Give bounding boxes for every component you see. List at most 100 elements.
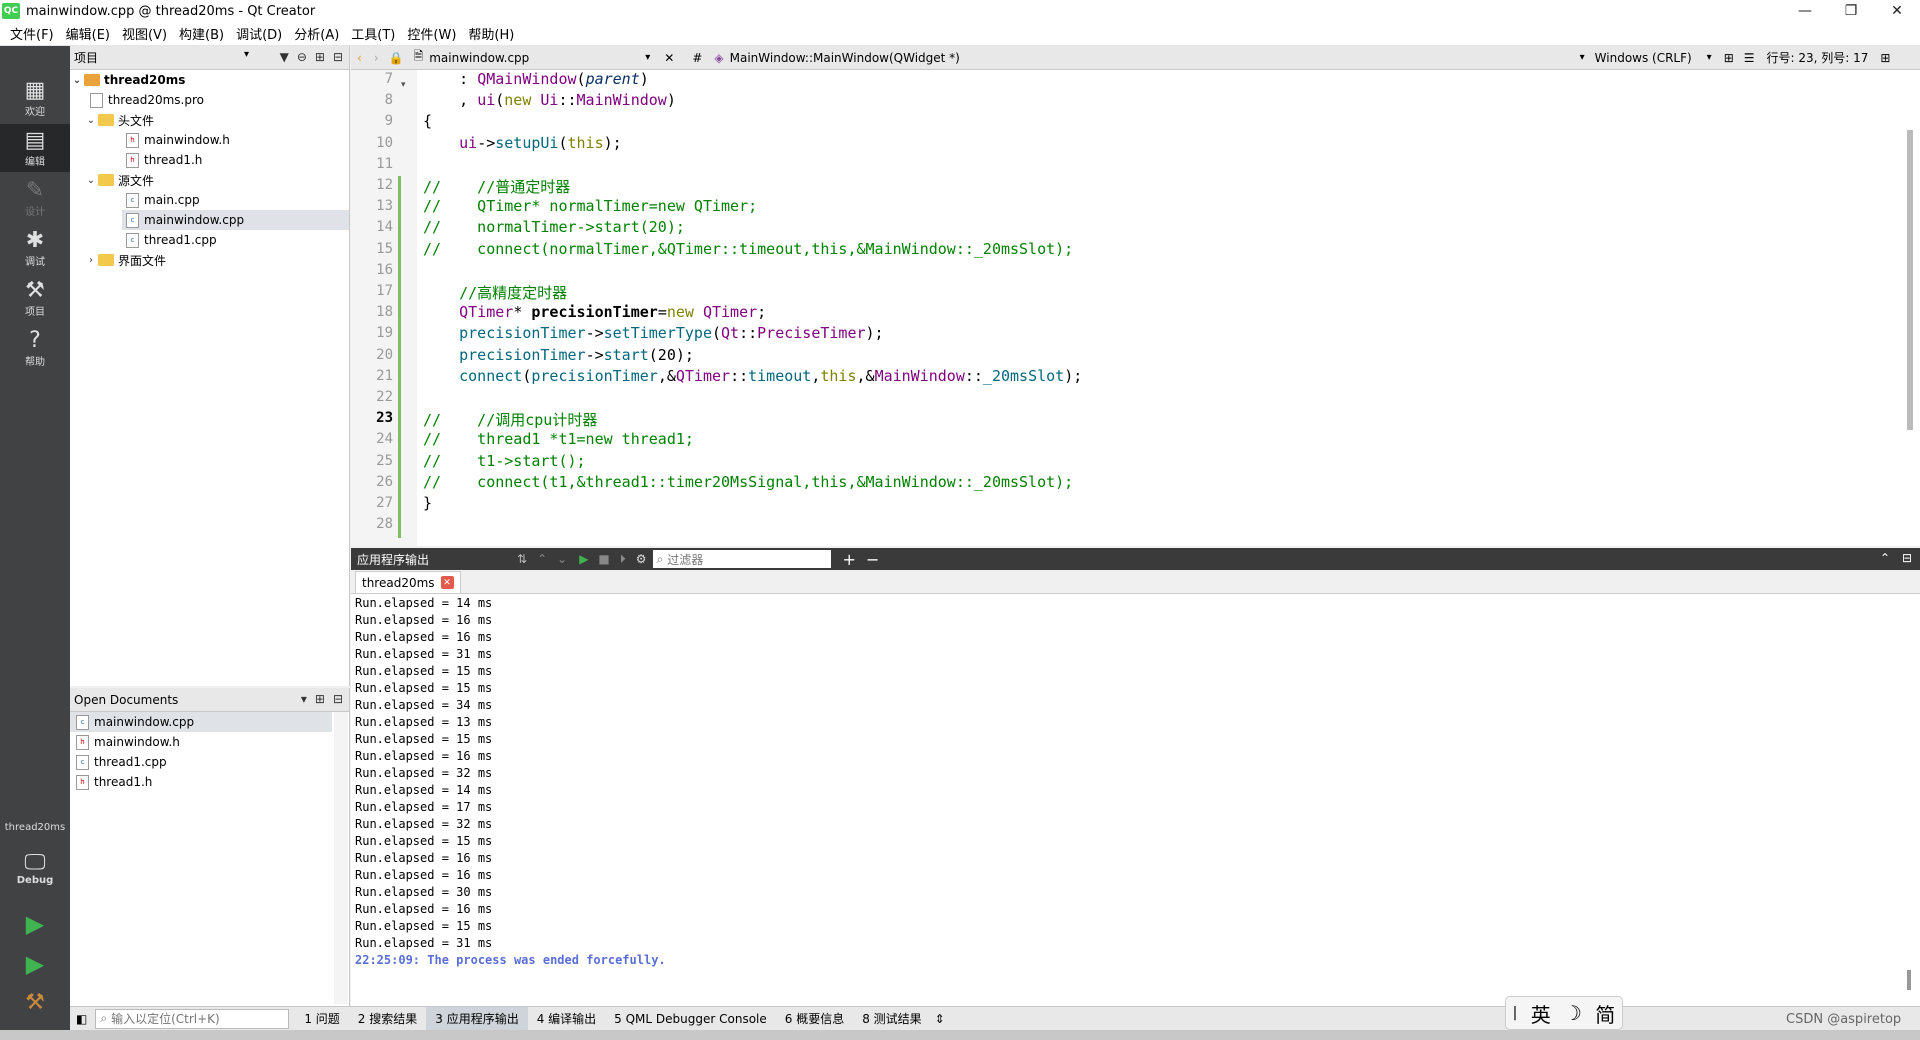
- chevron-down-icon[interactable]: ▾: [244, 49, 249, 60]
- close-document-icon[interactable]: ✕: [664, 51, 674, 65]
- rerun-icon[interactable]: ▶: [579, 552, 588, 566]
- project-icon: [84, 74, 100, 86]
- toggle-sidebar-icon[interactable]: ◧: [76, 1012, 87, 1026]
- open-doc-item[interactable]: c thread1.cpp: [76, 752, 167, 772]
- folder-icon: [98, 174, 114, 186]
- chevron-down-icon[interactable]: ⌄: [70, 75, 84, 86]
- down-arrow-icon[interactable]: ⌄: [557, 552, 567, 566]
- chevron-down-icon[interactable]: ⌄: [84, 175, 98, 186]
- line-ending-selector[interactable]: Windows (CRLF): [1595, 51, 1707, 65]
- attach-icon[interactable]: ⇅: [517, 552, 527, 566]
- chevron-down-icon[interactable]: ⌄: [84, 115, 98, 126]
- build-hammer-button[interactable]: ⚒: [22, 990, 48, 1016]
- kit-selector[interactable]: 🖵 Debug: [0, 838, 70, 898]
- tree-item-thread1-cpp[interactable]: c thread1.cpp: [126, 230, 217, 250]
- pane-application-output[interactable]: 3 应用程序输出: [426, 1006, 528, 1031]
- ime-language[interactable]: 英: [1531, 999, 1551, 1028]
- split-icon[interactable]: ⊞: [315, 692, 325, 706]
- menu-help[interactable]: 帮助(H): [462, 24, 520, 43]
- locator-input[interactable]: ⌕ 输入以定位(Ctrl+K): [95, 1008, 290, 1029]
- fold-marker-icon[interactable]: ▾: [401, 80, 406, 90]
- pane-test-results[interactable]: 8 测试结果: [853, 1007, 930, 1031]
- bookmark-icon[interactable]: ☰: [1744, 51, 1755, 65]
- close-button[interactable]: ✕: [1874, 0, 1920, 22]
- up-arrow-icon[interactable]: ⌃: [537, 552, 547, 566]
- menu-tools[interactable]: 工具(T): [345, 24, 401, 43]
- menu-widgets[interactable]: 控件(W): [401, 24, 462, 43]
- open-doc-item[interactable]: h thread1.h: [76, 772, 152, 792]
- minimize-button[interactable]: —: [1782, 0, 1828, 22]
- menu-file[interactable]: 文件(F): [4, 24, 60, 43]
- mode-debug[interactable]: ✱ 调试: [0, 224, 70, 272]
- pane-search-results[interactable]: 2 搜索结果: [349, 1007, 426, 1031]
- close-pane-icon[interactable]: ⊟: [333, 692, 343, 706]
- ime-toolbar[interactable]: | 英 ☽ 简: [1505, 996, 1623, 1030]
- chevron-down-icon[interactable]: ▾: [645, 52, 650, 63]
- pane-issues[interactable]: 1 问题: [295, 1007, 348, 1031]
- file-selector[interactable]: mainwindow.cpp: [429, 51, 639, 65]
- tree-item-headers-folder[interactable]: ⌄ 头文件: [84, 110, 154, 130]
- mode-projects[interactable]: ⚒ 项目: [0, 274, 70, 322]
- tree-item-sources-folder[interactable]: ⌄ 源文件: [84, 170, 154, 190]
- maximize-pane-icon[interactable]: ⌃: [1880, 551, 1890, 565]
- output-filter-input[interactable]: ⌕ 过滤器: [652, 550, 831, 568]
- close-pane-icon[interactable]: ⊟: [1902, 551, 1912, 565]
- status-bar: ◧ ⌕ 输入以定位(Ctrl+K) 1 问题 2 搜索结果 3 应用程序输出 4…: [70, 1006, 1920, 1031]
- pane-general-messages[interactable]: 6 概要信息: [776, 1007, 853, 1031]
- tree-item-project[interactable]: ⌄ thread20ms: [70, 70, 349, 90]
- tree-item-forms-folder[interactable]: › 界面文件: [84, 250, 166, 270]
- mode-help[interactable]: ? 帮助: [0, 324, 70, 372]
- editor-scrollbar[interactable]: [1907, 130, 1913, 430]
- link-icon[interactable]: ⊖: [297, 50, 307, 64]
- open-doc-item[interactable]: h mainwindow.h: [76, 732, 180, 752]
- tree-item-mainwindow-cpp[interactable]: c mainwindow.cpp: [122, 210, 349, 230]
- output-scrollbar[interactable]: [1907, 970, 1911, 990]
- run-button[interactable]: ▶: [22, 910, 48, 938]
- symbol-selector[interactable]: MainWindow::MainWindow(QWidget *): [730, 51, 1580, 65]
- mode-design[interactable]: ✎ 设计: [0, 174, 70, 222]
- close-pane-icon[interactable]: ⊟: [333, 50, 343, 64]
- open-documents-scrollbar[interactable]: [334, 712, 348, 1004]
- debug-run-button[interactable]: ▶: [22, 950, 48, 978]
- line-number: 13: [376, 198, 393, 214]
- application-output[interactable]: Run.elapsed = 14 ms Run.elapsed = 16 ms Ru…: [351, 594, 1920, 1006]
- back-arrow-icon[interactable]: ‹: [357, 51, 362, 65]
- split-icon[interactable]: ⊞: [315, 50, 325, 64]
- split-icon[interactable]: ⊞: [1880, 51, 1890, 65]
- stop-icon[interactable]: ■: [598, 552, 609, 566]
- menu-analyze[interactable]: 分析(A): [288, 24, 345, 43]
- up-down-arrows-icon[interactable]: ⇕: [935, 1012, 945, 1026]
- pane-compile-output[interactable]: 4 编译输出: [528, 1007, 605, 1031]
- zoom-in-icon[interactable]: +: [843, 550, 856, 569]
- moon-icon[interactable]: ☽: [1564, 1001, 1582, 1025]
- menu-debug[interactable]: 调试(D): [230, 24, 288, 43]
- maximize-button[interactable]: ❐: [1828, 0, 1874, 22]
- output-tab[interactable]: thread20ms ✕: [355, 571, 461, 593]
- open-doc-item[interactable]: c mainwindow.cpp: [70, 712, 332, 732]
- chevron-down-icon[interactable]: ▾: [1707, 52, 1712, 63]
- filter-icon[interactable]: ▼: [280, 50, 289, 64]
- chevron-down-icon[interactable]: ▾: [1580, 52, 1585, 63]
- zoom-out-icon[interactable]: −: [866, 550, 879, 569]
- tree-item-mainwindow-h[interactable]: h mainwindow.h: [126, 130, 230, 150]
- chevron-right-icon[interactable]: ›: [84, 255, 98, 266]
- close-tab-icon[interactable]: ✕: [440, 576, 454, 589]
- ime-script[interactable]: 简: [1595, 999, 1615, 1028]
- chevron-down-icon[interactable]: ▾: [301, 692, 307, 706]
- menu-view[interactable]: 视图(V): [116, 24, 173, 43]
- menu-edit[interactable]: 编辑(E): [60, 24, 116, 43]
- tree-item-main-cpp[interactable]: c main.cpp: [126, 190, 200, 210]
- pane-qml-debugger[interactable]: 5 QML Debugger Console: [605, 1007, 776, 1031]
- tree-item-pro-file[interactable]: thread20ms.pro: [90, 90, 204, 110]
- code-editor[interactable]: 7 8 9 10 11 12 13 14 15 16 17 18 19 20 21 22 23 24 25 26 27 2…: [351, 70, 1920, 546]
- menu-build[interactable]: 构建(B): [173, 24, 230, 43]
- line-number: 23: [376, 410, 393, 426]
- split-icon[interactable]: ⊞: [1724, 51, 1734, 65]
- mode-edit[interactable]: ▤ 编辑: [0, 124, 70, 172]
- debug-icon[interactable]: ⏵: [620, 552, 626, 567]
- mode-welcome[interactable]: ▦ 欢迎: [0, 74, 70, 122]
- forward-arrow-icon[interactable]: ›: [374, 51, 379, 65]
- tree-item-thread1-h[interactable]: h thread1.h: [126, 150, 202, 170]
- gear-icon[interactable]: ⚙: [636, 552, 647, 566]
- open-documents-pane: Open Documents ▾ ⊞ ⊟ c mainwindow.cpp h …: [70, 688, 350, 1006]
